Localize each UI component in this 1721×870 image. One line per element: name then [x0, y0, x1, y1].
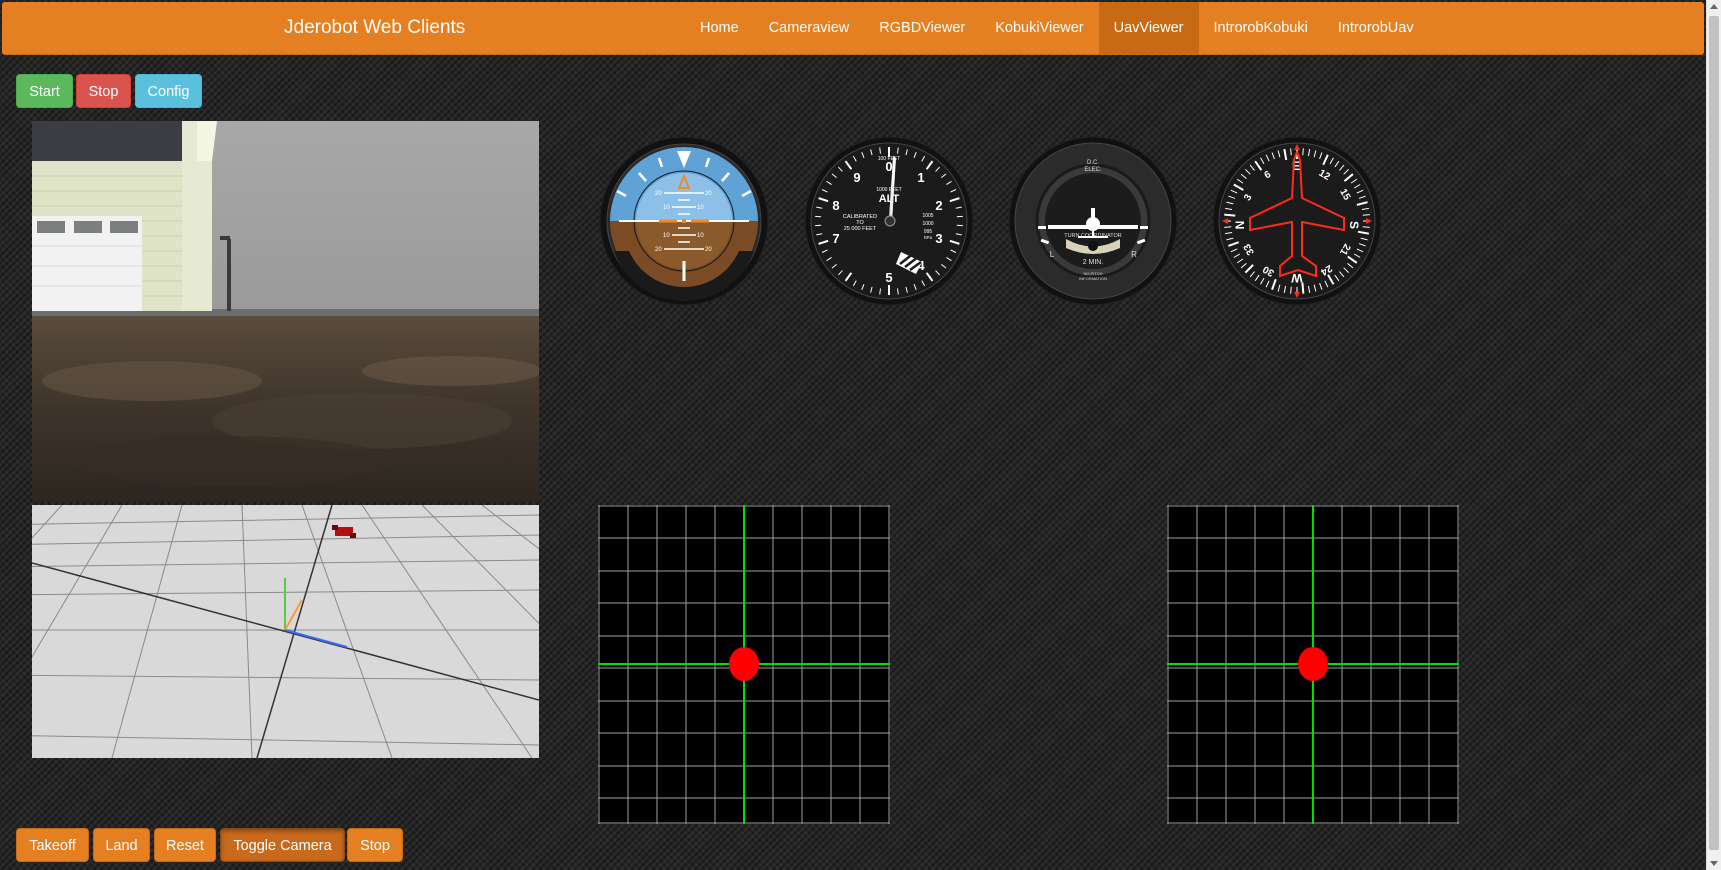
left-pad-knob[interactable]: [729, 647, 759, 681]
altimeter-label: ALT: [879, 193, 900, 205]
nav-menu: Home Cameraview RGBDViewer KobukiViewer …: [685, 2, 1429, 54]
config-button[interactable]: Config: [135, 74, 202, 108]
world-3d-view[interactable]: [32, 505, 539, 758]
turn-coordinator: D.C. ELEC. TURN COORDINATOR L R 2 MIN. N…: [1008, 136, 1178, 306]
attitude-tick-label: 10: [663, 233, 670, 239]
right-control-pad[interactable]: [1167, 505, 1459, 824]
attitude-tick-label: 20: [705, 191, 712, 197]
nav-item-home[interactable]: Home: [685, 2, 754, 54]
start-button[interactable]: Start: [16, 74, 73, 108]
nav-item-introrobuav[interactable]: IntrorobUav: [1323, 2, 1429, 54]
turn-right-label: R: [1131, 250, 1137, 259]
altimeter-pressure: 1000: [922, 221, 933, 227]
reset-button[interactable]: Reset: [154, 828, 216, 862]
nav-item-introrobkobuki[interactable]: IntrorobKobuki: [1199, 2, 1323, 54]
brand-title[interactable]: Jderobot Web Clients: [284, 2, 465, 54]
heading-label: S: [1347, 221, 1361, 229]
turn-top-label: ELEC.: [1084, 167, 1102, 173]
altimeter-number: 1: [917, 170, 924, 185]
dial-tick: [1302, 148, 1304, 156]
dial-tick: [1290, 148, 1292, 156]
toggle-camera-button[interactable]: Toggle Camera: [220, 828, 345, 862]
altimeter-calibrated: 25 000 FEET: [844, 226, 877, 232]
altimeter: 0 1 2 3 4 5 7 8 9 100 FEET 1000 FEET ALT…: [804, 136, 974, 306]
heading-label: N: [1233, 221, 1247, 230]
heading-label: W: [1291, 271, 1303, 285]
land-button[interactable]: Land: [93, 828, 150, 862]
dial-tick: [1290, 286, 1292, 294]
camera-view: [32, 121, 539, 502]
takeoff-button[interactable]: Takeoff: [16, 828, 89, 862]
scroll-thumb[interactable]: [1709, 16, 1719, 850]
turn-top-label: D.C.: [1087, 160, 1099, 166]
attitude-tick-label: 10: [697, 205, 704, 211]
left-control-pad[interactable]: [598, 505, 890, 824]
altimeter-number: 9: [853, 170, 860, 185]
altimeter-number: 2: [935, 198, 942, 213]
altimeter-sub-top: 100 FEET: [878, 156, 901, 162]
nav-item-kobukiviewer[interactable]: KobukiViewer: [980, 2, 1098, 54]
page-scrollbar[interactable]: [1706, 0, 1721, 870]
stop-uav-button[interactable]: Stop: [347, 828, 403, 862]
attitude-tick-label: 20: [705, 247, 712, 253]
dial-tick: [1362, 226, 1370, 228]
camera-image: [32, 121, 539, 502]
stop-button[interactable]: Stop: [76, 74, 131, 108]
dial-tick: [1224, 226, 1232, 228]
nav-item-uavviewer[interactable]: UavViewer: [1098, 2, 1199, 54]
world-grid-image: [32, 505, 539, 758]
attitude-indicator: 20 10 10 20 20 10 10 20: [599, 136, 769, 306]
left-pad-grid: [598, 505, 890, 824]
nav-item-rgbdviewer[interactable]: RGBDViewer: [864, 2, 980, 54]
scroll-down-arrow-icon[interactable]: [1710, 861, 1718, 866]
attitude-tick-label: 20: [655, 191, 662, 197]
turn-minutes: 2 MIN.: [1083, 259, 1104, 266]
altimeter-number: 8: [832, 198, 839, 213]
altimeter-pressure: 1005: [922, 213, 933, 219]
right-pad-grid: [1167, 505, 1459, 824]
attitude-tick-label: 10: [697, 233, 704, 239]
scroll-up-arrow-icon[interactable]: [1710, 4, 1718, 9]
attitude-tick-label: 10: [663, 205, 670, 211]
heading-indicator: N 3 6 E 12 15 S 21 24 W 30 33: [1212, 136, 1382, 306]
altimeter-number: 5: [885, 270, 892, 285]
dial-tick: [1362, 214, 1370, 216]
attitude-tick-label: 20: [655, 247, 662, 253]
nav-item-cameraview[interactable]: Cameraview: [754, 2, 865, 54]
altimeter-number: 7: [832, 231, 839, 246]
altimeter-pressure-unit: hPa: [924, 235, 933, 240]
dial-tick: [1224, 213, 1236, 217]
turn-note: INFORMATION: [1079, 276, 1107, 281]
navbar: Jderobot Web Clients Home Cameraview RGB…: [2, 2, 1704, 55]
turn-left-label: L: [1050, 250, 1055, 259]
right-pad-knob[interactable]: [1298, 647, 1328, 681]
altimeter-number: 3: [935, 231, 942, 246]
